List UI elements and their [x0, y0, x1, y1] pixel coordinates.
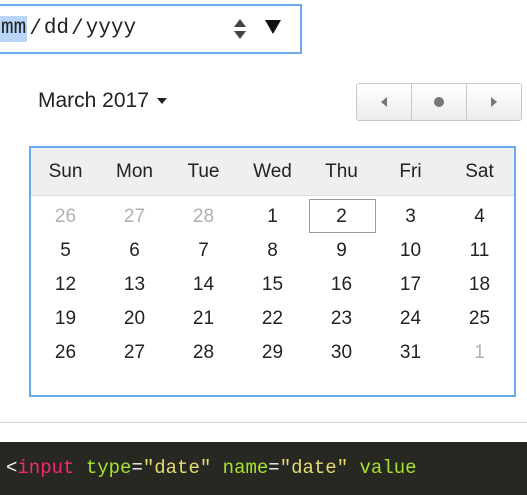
- month-year-selector[interactable]: March 2017: [38, 89, 167, 113]
- calendar-day[interactable]: 5: [31, 234, 100, 268]
- month-segment[interactable]: mm: [0, 16, 28, 42]
- calendar-day[interactable]: 29: [238, 336, 307, 370]
- weekday-label: Mon: [116, 161, 153, 182]
- code-tag: input: [17, 457, 75, 479]
- code-attr: name: [222, 457, 269, 479]
- week-row: 26 27 28 29 30 31 1: [31, 336, 514, 370]
- calendar-day[interactable]: 26: [31, 200, 100, 234]
- calendar-day[interactable]: 7: [169, 234, 238, 268]
- year-segment[interactable]: yyyy: [86, 16, 136, 42]
- date-separator: /: [29, 17, 42, 41]
- next-month-button[interactable]: [466, 83, 522, 121]
- code-equals: =: [268, 457, 280, 479]
- calendar-day[interactable]: 27: [100, 336, 169, 370]
- weekday-header: Sun Mon Tue Wed Thu Fri Sat: [31, 148, 514, 196]
- calendar-day[interactable]: 25: [445, 302, 514, 336]
- week-row: 26 27 28 1 2 3 4: [31, 199, 514, 234]
- spinner-icon[interactable]: [233, 17, 247, 41]
- calendar-day[interactable]: 18: [445, 268, 514, 302]
- day-segment[interactable]: dd: [44, 16, 69, 42]
- date-separator: /: [71, 17, 84, 41]
- date-input[interactable]: mm / dd / yyyy: [0, 4, 302, 54]
- weekday-label: Thu: [325, 161, 358, 182]
- triangle-left-icon: [381, 97, 387, 107]
- calendar-day[interactable]: 16: [307, 268, 376, 302]
- week-row: 19 20 21 22 23 24 25: [31, 302, 514, 336]
- calendar-day[interactable]: 24: [376, 302, 445, 336]
- weekday-label: Tue: [187, 161, 220, 182]
- triangle-right-icon: [491, 97, 497, 107]
- calendar-day[interactable]: 30: [307, 336, 376, 370]
- calendar-day[interactable]: 22: [238, 302, 307, 336]
- calendar-day[interactable]: 26: [31, 336, 100, 370]
- calendar-day[interactable]: 28: [169, 336, 238, 370]
- calendar-day[interactable]: 19: [31, 302, 100, 336]
- calendar-day[interactable]: 21: [169, 302, 238, 336]
- calendar-day[interactable]: 4: [445, 200, 514, 234]
- divider: [0, 422, 527, 423]
- month-year-label: March 2017: [38, 89, 149, 112]
- dot-icon: [434, 97, 444, 107]
- weekday-label: Wed: [253, 161, 292, 182]
- weekday-label: Fri: [399, 161, 422, 182]
- calendar-day[interactable]: 13: [100, 268, 169, 302]
- caret-down-icon: [156, 98, 167, 104]
- week-row: 5 6 7 8 9 10 11: [31, 234, 514, 268]
- calendar-day[interactable]: 31: [376, 336, 445, 370]
- weekday-label: Sat: [465, 161, 494, 182]
- calendar-day[interactable]: 1: [445, 336, 514, 370]
- code-string: "date": [142, 457, 212, 479]
- calendar-day[interactable]: 27: [100, 200, 169, 234]
- calendar-day[interactable]: 17: [376, 268, 445, 302]
- code-attr: value: [359, 457, 417, 479]
- calendar-day[interactable]: 10: [376, 234, 445, 268]
- calendar-day[interactable]: 23: [307, 302, 376, 336]
- calendar-day[interactable]: 12: [31, 268, 100, 302]
- prev-month-button[interactable]: [356, 83, 412, 121]
- calendar-grid: Sun Mon Tue Wed Thu Fri Sat 26 27 28 1 2…: [29, 146, 516, 397]
- calendar-day[interactable]: 11: [445, 234, 514, 268]
- calendar-day[interactable]: 20: [100, 302, 169, 336]
- today-button[interactable]: [411, 83, 467, 121]
- calendar-day[interactable]: 28: [169, 200, 238, 234]
- weekday-label: Sun: [48, 161, 83, 182]
- calendar-day[interactable]: 8: [238, 234, 307, 268]
- calendar-day[interactable]: 3: [376, 200, 445, 234]
- calendar-day-today[interactable]: 2: [307, 199, 376, 234]
- month-nav: [356, 83, 522, 121]
- calendar-day[interactable]: 9: [307, 234, 376, 268]
- code-snippet: <input type="date" name="date" value: [0, 442, 527, 495]
- calendar-day[interactable]: 1: [238, 200, 307, 234]
- calendar-day[interactable]: 6: [100, 234, 169, 268]
- code-attr: type: [85, 457, 132, 479]
- calendar-day[interactable]: 14: [169, 268, 238, 302]
- code-equals: =: [131, 457, 143, 479]
- code-open-bracket: <: [6, 457, 18, 479]
- calendar-day[interactable]: 15: [238, 268, 307, 302]
- dropdown-arrow-icon[interactable]: [265, 20, 281, 34]
- code-string: "date": [279, 457, 349, 479]
- week-row: 12 13 14 15 16 17 18: [31, 268, 514, 302]
